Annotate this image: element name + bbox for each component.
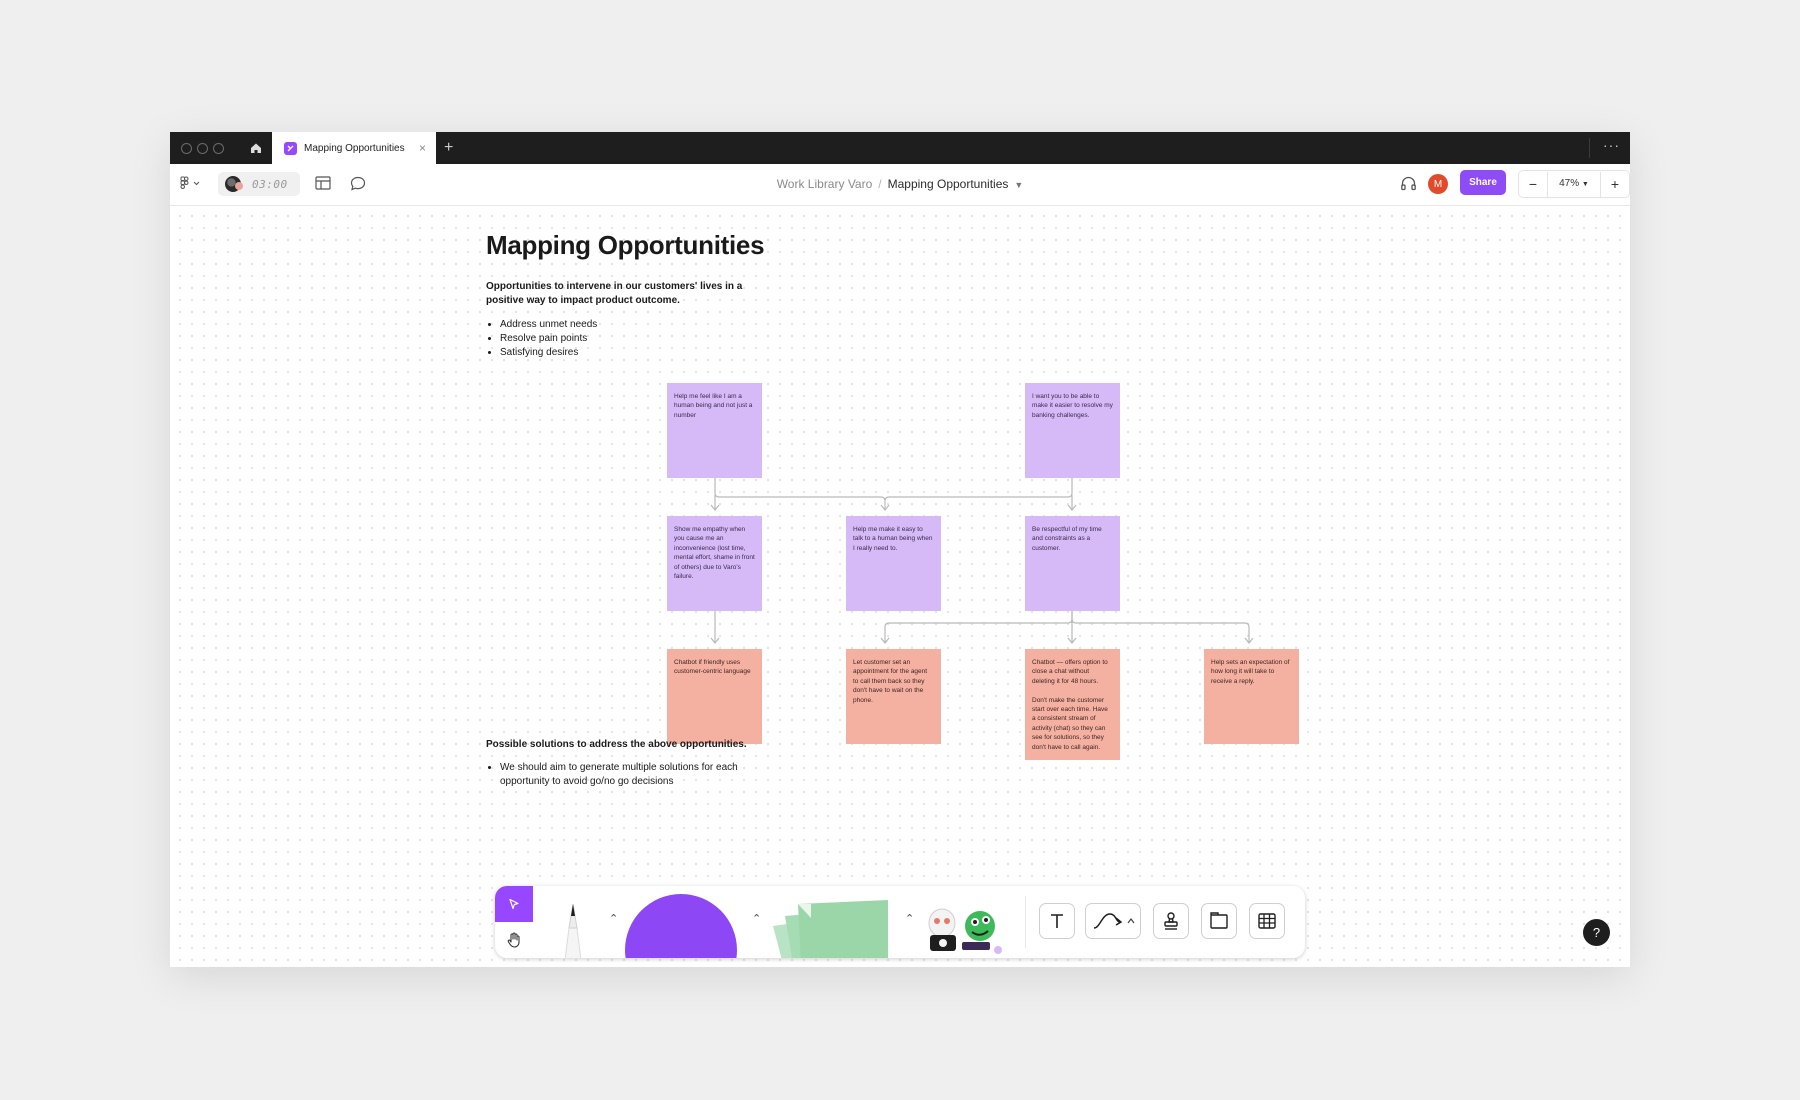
text-icon — [1051, 914, 1063, 928]
sticky-note[interactable]: Help sets an expectation of how long it … — [1204, 649, 1299, 744]
pencil-tool-button[interactable] — [553, 898, 593, 958]
text-tool-button[interactable] — [1039, 903, 1075, 939]
whiteboard-canvas[interactable]: Mapping Opportunities Opportunities to i… — [170, 206, 1630, 967]
breadcrumb-file[interactable]: Mapping Opportunities — [888, 177, 1009, 191]
more-options-button[interactable]: ··· — [1603, 137, 1620, 153]
share-button[interactable]: Share — [1460, 170, 1506, 195]
sticky-note[interactable]: Show me empathy when you cause me an inc… — [667, 516, 762, 611]
home-button[interactable] — [240, 132, 272, 164]
zoom-out-button[interactable]: − — [1519, 172, 1547, 196]
breadcrumb-separator: / — [878, 177, 882, 191]
sticky-note-icon — [773, 900, 888, 958]
shape-options-chevron[interactable]: ⌃ — [752, 912, 761, 925]
zoom-in-button[interactable]: + — [1601, 172, 1629, 196]
home-icon — [251, 143, 261, 153]
zoom-level-dropdown[interactable]: 47% ▼ — [1547, 171, 1601, 197]
top-toolbar: 03:00 Work Library Varo / Mapping Opportun… — [170, 164, 1630, 206]
section-tool-button[interactable] — [1201, 903, 1237, 939]
table-icon — [1258, 913, 1276, 929]
window-minimize-light[interactable] — [197, 143, 208, 154]
sticky-note[interactable]: Chatbot if friendly uses customer-centri… — [667, 649, 762, 744]
solutions-list[interactable]: We should aim to generate multiple solut… — [486, 761, 760, 789]
stickers-icon — [928, 908, 1002, 954]
sticky-note[interactable]: Help me make it easy to talk to a human … — [846, 516, 941, 611]
figjam-file-icon — [284, 142, 297, 155]
sticky-note[interactable]: Help me feel like I am a human being and… — [667, 383, 762, 478]
window-maximize-light[interactable] — [213, 143, 224, 154]
help-button[interactable]: ? — [1583, 919, 1610, 946]
zoom-level: 47% — [1559, 177, 1580, 189]
sticky-note-tool-button[interactable] — [763, 898, 903, 958]
breadcrumb-team[interactable]: Work Library Varo — [777, 177, 873, 191]
move-icon — [509, 898, 519, 910]
sticky-options-chevron[interactable]: ⌃ — [905, 912, 914, 925]
sticky-note[interactable]: I want you to be able to make it easier … — [1025, 383, 1120, 478]
table-tool-button[interactable] — [1249, 903, 1285, 939]
chevron-down-icon[interactable]: ▼ — [1014, 180, 1023, 190]
user-avatar[interactable]: M — [1428, 174, 1448, 194]
shape-tool-button[interactable] — [625, 894, 737, 958]
hand-icon — [507, 932, 520, 948]
section-icon — [1210, 912, 1228, 929]
file-tab[interactable]: Mapping Opportunities × — [272, 132, 436, 165]
tab-close-button[interactable]: × — [419, 141, 426, 155]
connector-tool-button[interactable] — [1085, 903, 1141, 939]
chevron-down-icon: ▼ — [1581, 180, 1589, 188]
title-bar-divider — [1589, 138, 1590, 158]
stamp-icon — [1164, 912, 1178, 930]
window-close-light[interactable] — [181, 143, 192, 154]
stamp-tool-button[interactable] — [1153, 903, 1189, 939]
creation-toolbar: ⌃ ⌃ ⌃ — [495, 886, 1305, 958]
connector-icon — [1093, 913, 1135, 929]
sticky-note[interactable]: Let customer set an appointment for the … — [846, 649, 941, 744]
hand-tool-button[interactable] — [495, 922, 533, 958]
move-tool-button[interactable] — [495, 886, 533, 922]
app-window: Mapping Opportunities × + ··· 03:00 Work… — [170, 132, 1630, 967]
toolbar-divider — [1025, 896, 1026, 948]
pencil-options-chevron[interactable]: ⌃ — [609, 912, 618, 925]
list-item: We should aim to generate multiple solut… — [500, 761, 760, 789]
sticky-note[interactable]: Be respectful of my time and constraints… — [1025, 516, 1120, 611]
stickers-tool-button[interactable] — [920, 898, 1015, 958]
solutions-heading[interactable]: Possible solutions to address the above … — [486, 739, 747, 750]
pencil-icon — [564, 903, 582, 958]
title-bar: Mapping Opportunities × + ··· — [170, 132, 1630, 165]
headphones-icon — [1401, 176, 1416, 191]
zoom-controls: − 47% ▼ + — [1518, 170, 1630, 198]
new-tab-button[interactable]: + — [444, 138, 453, 158]
audio-button[interactable] — [1400, 175, 1417, 196]
sticky-note[interactable]: Chatbot — offers option to close a chat … — [1025, 649, 1120, 760]
tab-title: Mapping Opportunities — [304, 143, 405, 154]
